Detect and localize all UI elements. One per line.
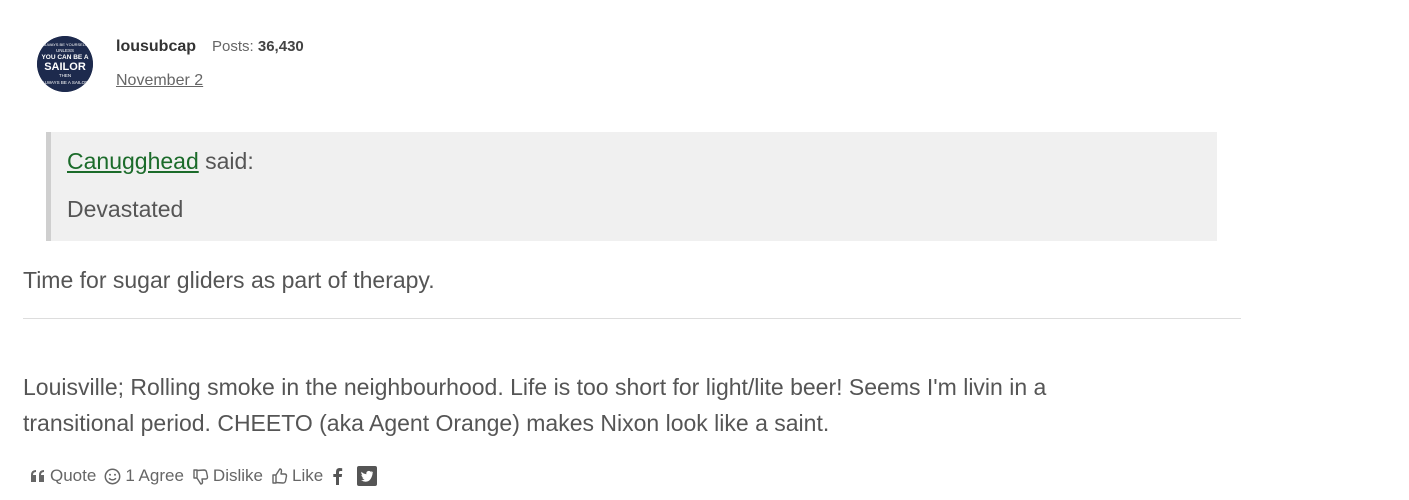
avatar-text-3: YOU CAN BE A — [41, 54, 88, 61]
post-date-link[interactable]: November 2 — [116, 72, 203, 90]
like-button[interactable]: Like — [271, 466, 323, 486]
dislike-button[interactable]: Dislike — [192, 466, 263, 486]
posts-count-value: 36,430 — [257, 38, 304, 55]
post-count: Posts: 36,430 — [212, 38, 304, 55]
avatar-text-6: ALWAYS BE A SAILOR — [42, 80, 89, 85]
signature-divider — [23, 318, 1241, 319]
agree-label: 1 Agree — [125, 466, 184, 485]
smiley-icon — [104, 468, 121, 484]
twitter-icon — [357, 466, 378, 486]
quote-said-label: said: — [205, 148, 254, 174]
avatar-text-1: ALWAYS BE YOURSELF — [43, 42, 89, 47]
agree-button[interactable]: 1 Agree — [104, 466, 184, 486]
post-body: Time for sugar gliders as part of therap… — [23, 267, 435, 293]
signature-line-2: transitional period. CHEETO (aka Agent O… — [23, 410, 830, 436]
author-name-link[interactable]: lousubcap — [116, 38, 196, 56]
thumbs-up-icon — [272, 467, 288, 484]
quote-button[interactable]: Quote — [30, 466, 96, 486]
quote-block: Canugghead said: Devastated — [46, 132, 1217, 241]
signature: Louisville; Rolling smoke in the neighbo… — [23, 369, 1203, 441]
like-label: Like — [291, 466, 324, 485]
reaction-bar: Quote 1 Agree Dislike Like — [30, 466, 391, 486]
avatar-text-5: THEN — [59, 73, 71, 78]
quote-text: Devastated — [67, 196, 184, 222]
share-facebook-button[interactable] — [331, 467, 343, 485]
signature-line-1: Louisville; Rolling smoke in the neighbo… — [23, 374, 1047, 400]
share-twitter-button[interactable] — [357, 466, 378, 486]
quote-author-link[interactable]: Canugghead — [67, 148, 199, 174]
facebook-icon — [333, 468, 343, 485]
quote-label: Quote — [50, 466, 97, 485]
avatar-text-4: SAILOR — [44, 61, 86, 73]
author-meta: lousubcap Posts: 36,430 — [116, 38, 304, 60]
thumbs-down-icon — [193, 468, 209, 485]
sailor-avatar-image: ALWAYS BE YOURSELF UNLESS YOU CAN BE A S… — [37, 36, 93, 92]
avatar[interactable]: ALWAYS BE YOURSELF UNLESS YOU CAN BE A S… — [37, 36, 93, 92]
posts-label: Posts: — [212, 38, 254, 55]
dislike-label: Dislike — [212, 466, 263, 485]
quote-icon — [31, 470, 44, 482]
quote-header: Canugghead said: — [67, 148, 254, 175]
avatar-text-2: UNLESS — [56, 48, 74, 53]
